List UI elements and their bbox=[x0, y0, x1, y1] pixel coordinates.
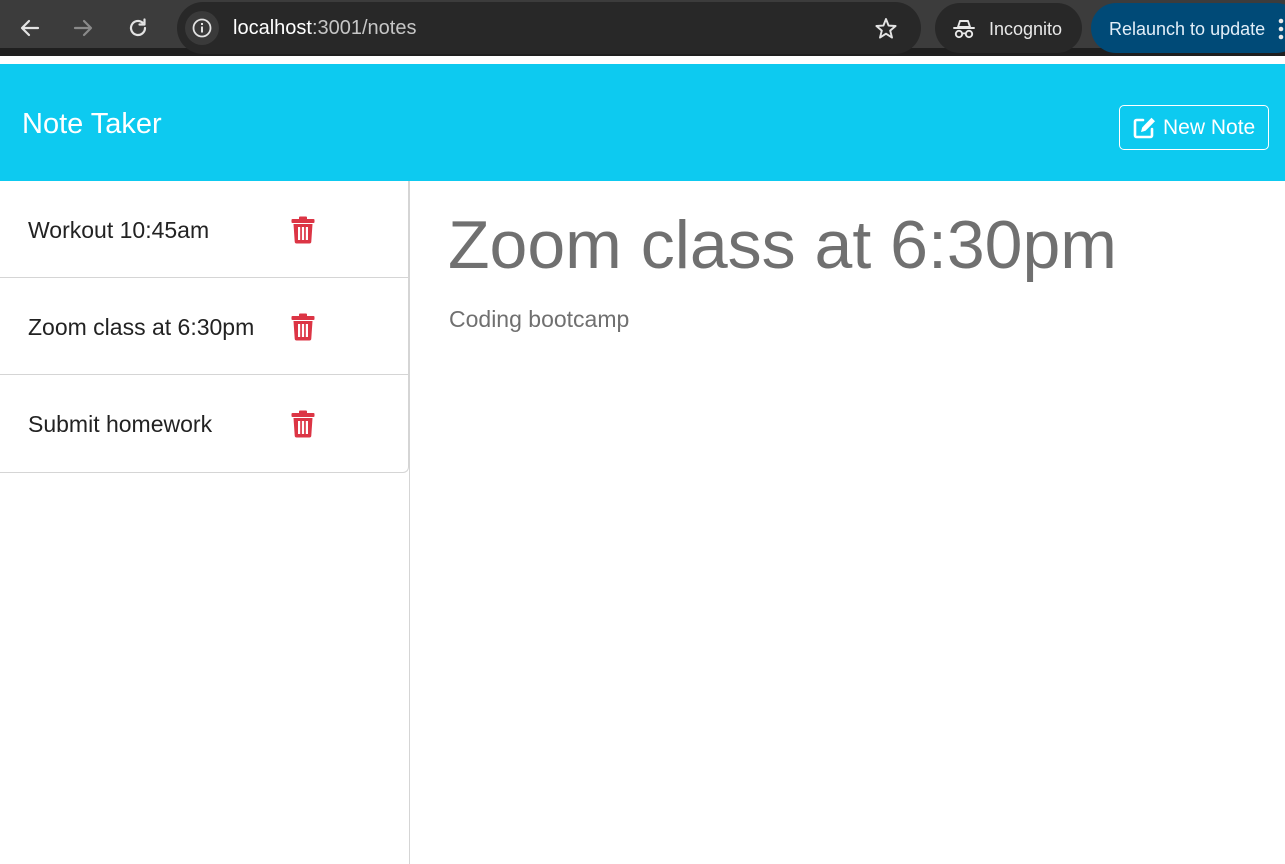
notes-sidebar: Workout 10:45am Zoom class at 6:30pm Sub… bbox=[0, 181, 410, 864]
trash-icon[interactable] bbox=[290, 313, 316, 341]
trash-icon[interactable] bbox=[290, 410, 316, 438]
arrow-left-icon bbox=[20, 19, 40, 37]
reload-button[interactable] bbox=[122, 12, 154, 44]
browser-toolbar: localhost:3001/notes Incognito Relaunch … bbox=[0, 0, 1285, 56]
new-note-button[interactable]: New Note bbox=[1119, 105, 1269, 150]
app-navbar: Note Taker New Note bbox=[0, 64, 1285, 181]
relaunch-to-update-button[interactable]: Relaunch to update bbox=[1091, 3, 1285, 53]
incognito-label: Incognito bbox=[989, 19, 1063, 39]
app-title[interactable]: Note Taker bbox=[22, 106, 162, 142]
note-title-field[interactable]: Zoom class at 6:30pm bbox=[448, 203, 1117, 287]
note-list-item[interactable]: Workout 10:45am bbox=[0, 181, 408, 278]
note-list: Workout 10:45am Zoom class at 6:30pm Sub… bbox=[0, 181, 409, 473]
reload-icon bbox=[129, 18, 147, 37]
address-bar[interactable]: localhost:3001/notes bbox=[177, 2, 921, 54]
pen-to-square-icon bbox=[1133, 117, 1155, 138]
incognito-icon bbox=[953, 20, 975, 39]
note-list-item[interactable]: Zoom class at 6:30pm bbox=[0, 278, 408, 375]
note-item-title: Zoom class at 6:30pm bbox=[28, 314, 255, 340]
new-note-label: New Note bbox=[1163, 115, 1256, 139]
arrow-right-icon bbox=[73, 19, 93, 37]
relaunch-label: Relaunch to update bbox=[1109, 19, 1266, 39]
incognito-indicator[interactable]: Incognito bbox=[935, 3, 1082, 53]
note-item-title: Submit homework bbox=[28, 411, 213, 437]
url-path: :3001/notes bbox=[311, 17, 417, 39]
trash-icon[interactable] bbox=[290, 216, 316, 244]
url-text[interactable]: localhost:3001/notes bbox=[233, 15, 416, 41]
site-info-button[interactable] bbox=[185, 11, 219, 45]
forward-button[interactable] bbox=[67, 12, 99, 44]
note-text-area[interactable]: Coding bootcamp bbox=[449, 305, 629, 333]
note-list-item[interactable]: Submit homework bbox=[0, 375, 408, 472]
star-icon[interactable] bbox=[873, 16, 899, 42]
note-item-title: Workout 10:45am bbox=[28, 217, 210, 243]
url-host: localhost bbox=[233, 17, 312, 39]
info-icon bbox=[192, 18, 212, 38]
back-button[interactable] bbox=[14, 12, 46, 44]
note-view: Zoom class at 6:30pm Coding bootcamp bbox=[410, 181, 1285, 864]
kebab-menu-icon[interactable] bbox=[1278, 17, 1284, 41]
